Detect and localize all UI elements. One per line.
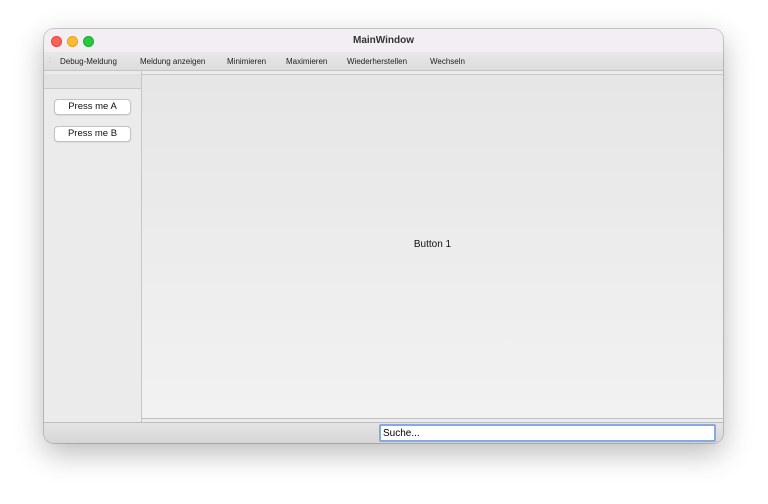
status-bar xyxy=(44,422,723,443)
toolbar-item-maximieren[interactable]: Maximieren xyxy=(286,52,327,71)
toolbar-item-wiederherstellen[interactable]: Wiederherstellen xyxy=(347,52,407,71)
main-window: MainWindow · · Debug-Meldung Meldung anze… xyxy=(44,29,723,443)
toolbar-item-meldung-anzeigen[interactable]: Meldung anzeigen xyxy=(140,52,205,71)
press-me-a-button[interactable]: Press me A xyxy=(54,99,131,115)
toolbar-item-wechseln[interactable]: Wechseln xyxy=(430,52,465,71)
search-input[interactable] xyxy=(379,424,716,442)
central-area[interactable]: Button 1 xyxy=(142,74,723,419)
toolbar-item-minimieren[interactable]: Minimieren xyxy=(227,52,266,71)
central-button-label[interactable]: Button 1 xyxy=(142,239,723,250)
press-me-b-button[interactable]: Press me B xyxy=(54,126,131,142)
window-title: MainWindow xyxy=(352,35,414,46)
dock-title-bar[interactable] xyxy=(44,74,141,89)
title-bar[interactable]: MainWindow xyxy=(44,29,723,52)
toolbar-grip-icon[interactable]: · · xyxy=(49,55,51,66)
toolbar: · · Debug-Meldung Meldung anzeigen Minimi… xyxy=(44,52,723,71)
toolbar-item-debug-meldung[interactable]: Debug-Meldung xyxy=(60,52,117,71)
sidebar-dock: Press me A Press me B xyxy=(44,71,142,422)
